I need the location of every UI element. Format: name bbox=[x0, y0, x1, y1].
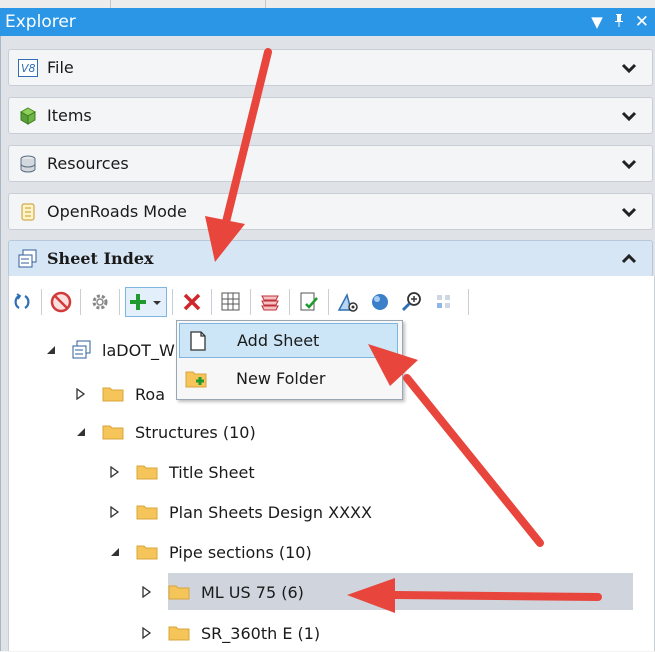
sheet-index-icon bbox=[17, 248, 39, 270]
toolbar-separator bbox=[41, 289, 42, 315]
tree-node-label: laDOT_W bbox=[102, 340, 175, 360]
section-label: Resources bbox=[47, 154, 129, 173]
toolbar-separator bbox=[468, 289, 469, 315]
folder-icon bbox=[136, 545, 158, 560]
tree-node-label: ML US 75 (6) bbox=[201, 582, 304, 602]
tree-node-ml-us75[interactable]: ML US 75 (6) bbox=[140, 573, 304, 611]
tab-divider bbox=[110, 0, 266, 8]
resources-icon bbox=[17, 153, 39, 175]
collapse-triangle-icon[interactable] bbox=[44, 343, 58, 357]
zoom-icon[interactable] bbox=[398, 288, 426, 316]
folder-icon bbox=[136, 465, 158, 480]
layers-icon[interactable] bbox=[256, 288, 284, 316]
tree-node-label: Plan Sheets Design XXXX bbox=[169, 502, 372, 522]
expand-triangle-icon[interactable] bbox=[108, 505, 122, 519]
dropdown-icon[interactable]: ▼ bbox=[591, 13, 603, 31]
delete-all-icon[interactable] bbox=[47, 288, 75, 316]
pin-icon[interactable] bbox=[613, 13, 625, 32]
folder-icon bbox=[168, 626, 190, 641]
chevron-down-icon[interactable] bbox=[620, 107, 638, 125]
chevron-down-icon[interactable] bbox=[620, 59, 638, 77]
expand-triangle-icon[interactable] bbox=[140, 626, 154, 640]
folder-icon bbox=[102, 387, 124, 402]
tree-node-label: SR_360th E (1) bbox=[201, 623, 321, 643]
delete-icon[interactable] bbox=[178, 288, 206, 316]
tree-node-sr-360[interactable]: SR_360th E (1) bbox=[140, 614, 320, 652]
add-context-menu: Add Sheet New Folder bbox=[176, 320, 403, 400]
toolbar-separator bbox=[250, 289, 251, 315]
toolbar-separator bbox=[211, 289, 212, 315]
section-label: OpenRoads Mode bbox=[47, 202, 187, 221]
top-strip bbox=[0, 0, 655, 8]
add-sheet-icon bbox=[185, 330, 211, 352]
menu-item-add-sheet[interactable]: Add Sheet bbox=[179, 323, 398, 358]
folder-icon bbox=[102, 425, 124, 440]
items-icon bbox=[17, 105, 39, 127]
close-icon[interactable]: ✕ bbox=[635, 12, 649, 32]
section-label: Sheet Index bbox=[47, 249, 154, 268]
section-resources[interactable]: Resources bbox=[8, 145, 653, 182]
sheet-index-icon bbox=[72, 340, 94, 360]
tree-node-label: Roa bbox=[135, 384, 165, 404]
add-dropdown-button[interactable] bbox=[125, 287, 167, 317]
settings-icon[interactable] bbox=[86, 288, 114, 316]
toolbar-separator bbox=[328, 289, 329, 315]
menu-item-label: New Folder bbox=[236, 369, 326, 388]
menu-item-new-folder[interactable]: New Folder bbox=[179, 361, 398, 396]
tab-divider bbox=[0, 0, 111, 8]
section-items[interactable]: Items bbox=[8, 97, 653, 134]
window-title: Explorer bbox=[5, 12, 76, 32]
grid-icon[interactable] bbox=[430, 288, 458, 316]
tree-node-title-sheet[interactable]: Title Sheet bbox=[108, 453, 255, 491]
tree-node-root[interactable]: laDOT_W bbox=[44, 331, 175, 369]
toolbar-separator bbox=[289, 289, 290, 315]
chevron-down-icon[interactable] bbox=[620, 155, 638, 173]
folder-icon bbox=[136, 505, 158, 520]
refresh-icon[interactable] bbox=[8, 288, 36, 316]
openroads-icon bbox=[17, 201, 39, 223]
toolbar-separator bbox=[119, 289, 120, 315]
tree-node-pipe-sections[interactable]: Pipe sections (10) bbox=[108, 533, 312, 571]
new-folder-icon bbox=[184, 368, 210, 390]
expand-triangle-icon[interactable] bbox=[74, 387, 88, 401]
tree-node-plan-sheets[interactable]: Plan Sheets Design XXXX bbox=[108, 493, 372, 531]
section-openroads-model[interactable]: OpenRoads Mode bbox=[8, 193, 653, 230]
tree-node-roadway[interactable]: Roa bbox=[74, 375, 165, 413]
expand-triangle-icon[interactable] bbox=[108, 465, 122, 479]
tree-node-label: Pipe sections (10) bbox=[169, 542, 312, 562]
explorer-title-bar: Explorer ▼ ✕ bbox=[0, 8, 655, 36]
section-sheet-index[interactable]: Sheet Index bbox=[8, 240, 653, 277]
check-sheet-icon[interactable] bbox=[295, 288, 323, 316]
section-file[interactable]: V8 File bbox=[8, 49, 653, 86]
chevron-up-icon[interactable] bbox=[620, 250, 638, 268]
tree-node-label: Title Sheet bbox=[169, 462, 255, 482]
toolbar-separator bbox=[172, 289, 173, 315]
chevron-down-icon[interactable] bbox=[620, 203, 638, 221]
toolbar-separator bbox=[80, 289, 81, 315]
collapse-triangle-icon[interactable] bbox=[74, 425, 88, 439]
section-label: Items bbox=[47, 106, 92, 125]
collapse-triangle-icon[interactable] bbox=[108, 545, 122, 559]
properties-icon[interactable] bbox=[334, 288, 362, 316]
table-icon[interactable] bbox=[217, 288, 245, 316]
sphere-icon[interactable] bbox=[366, 288, 394, 316]
tree-node-structures[interactable]: Structures (10) bbox=[74, 413, 256, 451]
v8-file-icon: V8 bbox=[17, 57, 39, 79]
menu-item-label: Add Sheet bbox=[237, 331, 320, 350]
section-label: File bbox=[47, 58, 74, 77]
folder-icon bbox=[168, 585, 190, 600]
expand-triangle-icon[interactable] bbox=[140, 585, 154, 599]
sheet-index-toolbar bbox=[8, 283, 648, 321]
svg-text:V8: V8 bbox=[21, 62, 36, 75]
tree-node-label: Structures (10) bbox=[135, 422, 256, 442]
